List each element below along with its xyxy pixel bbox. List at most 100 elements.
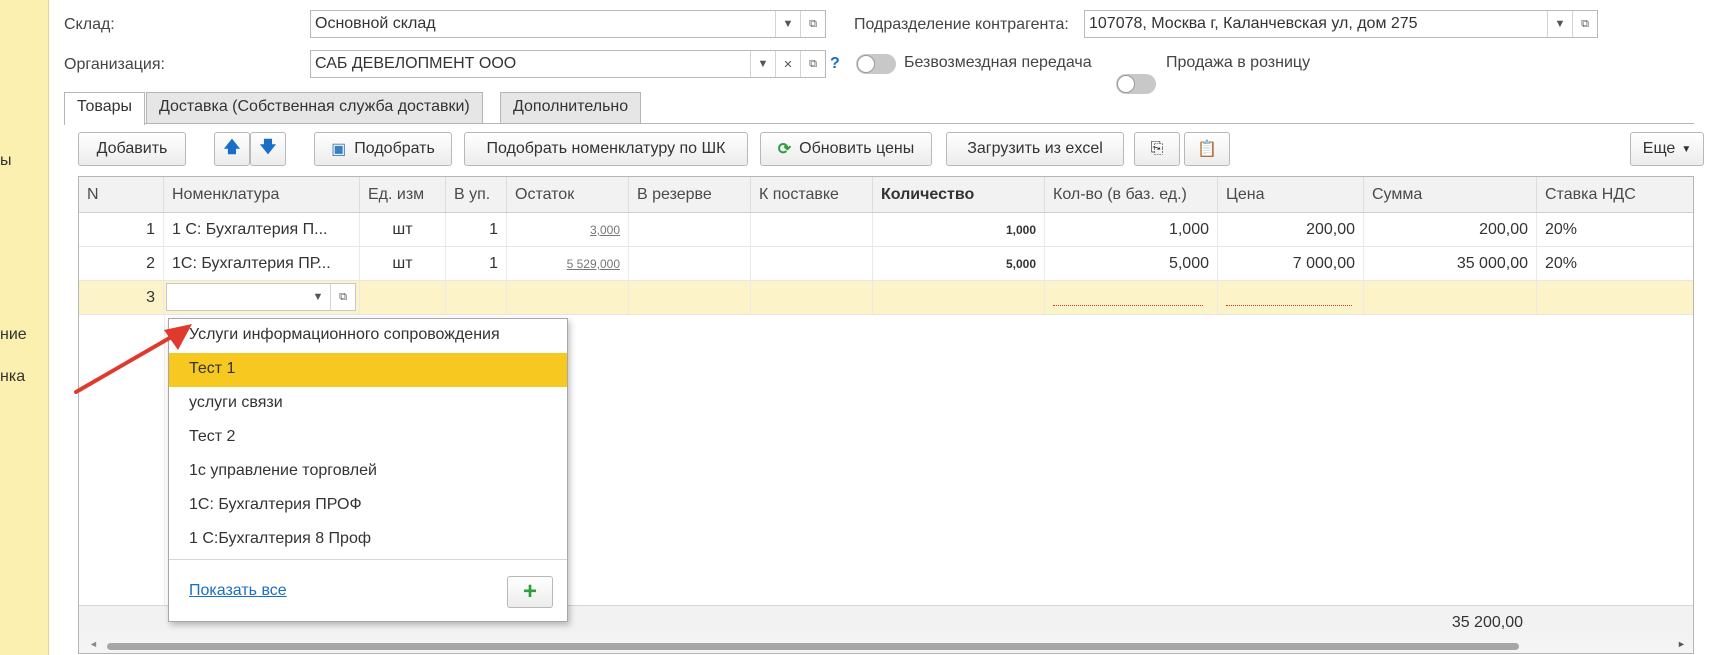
item-input[interactable]: ▼ ⧉: [166, 283, 356, 311]
division-value[interactable]: 107078, Москва г, Каланчевская ул, дом 2…: [1085, 15, 1547, 33]
col-quantity-base[interactable]: Кол-во (в баз. ед.): [1045, 177, 1218, 212]
open-icon[interactable]: ⧉: [1572, 11, 1597, 37]
dropdown-arrow-icon[interactable]: ▼: [775, 11, 800, 37]
row-sum[interactable]: [1364, 281, 1537, 314]
scrollbar-thumb[interactable]: [107, 643, 1519, 650]
help-icon[interactable]: ?: [830, 55, 840, 73]
row-stock[interactable]: 5 529,000: [567, 257, 620, 271]
row-sum[interactable]: 200,00: [1364, 213, 1537, 246]
col-pack[interactable]: В уп.: [446, 177, 507, 212]
move-down-icon[interactable]: 🡇: [250, 132, 286, 166]
row-price[interactable]: [1218, 281, 1364, 314]
row-item-editor-cell[interactable]: ▼ ⧉: [164, 281, 360, 314]
dropdown-arrow-icon[interactable]: ▼: [1547, 11, 1572, 37]
col-n[interactable]: N: [79, 177, 164, 212]
row-supply[interactable]: [751, 247, 873, 280]
load-excel-button[interactable]: Загрузить из excel: [946, 132, 1124, 166]
table-row-selected[interactable]: 3 ▼ ⧉: [79, 281, 1693, 315]
dropdown-item[interactable]: 1 С:Бухгалтерия 8 Проф: [169, 523, 567, 557]
division-field[interactable]: 107078, Москва г, Каланчевская ул, дом 2…: [1084, 10, 1598, 38]
dropdown-arrow-icon[interactable]: ▼: [750, 51, 775, 77]
scroll-left-icon[interactable]: ◄: [89, 639, 98, 649]
row-item[interactable]: 1 С: Бухгалтерия П...: [164, 213, 360, 246]
col-quantity[interactable]: Количество: [873, 177, 1045, 212]
row-quantity-base[interactable]: [1045, 281, 1218, 314]
warehouse-value[interactable]: Основной склад: [311, 15, 775, 33]
show-all-link[interactable]: Показать все: [189, 582, 287, 600]
scroll-right-icon[interactable]: ►: [1677, 639, 1686, 649]
update-prices-button[interactable]: ⟳ Обновить цены: [760, 132, 932, 166]
tab-delivery[interactable]: Доставка (Собственная служба доставки): [146, 92, 483, 123]
row-stock[interactable]: 3,000: [590, 223, 620, 237]
dropdown-item[interactable]: 1с управление торговлей: [169, 455, 567, 489]
row-item[interactable]: 1С: Бухгалтерия ПР...: [164, 247, 360, 280]
row-pack[interactable]: [446, 281, 507, 314]
dropdown-arrow-icon[interactable]: ▼: [306, 284, 330, 310]
tab-additional[interactable]: Дополнительно: [500, 92, 642, 123]
col-supply[interactable]: К поставке: [751, 177, 873, 212]
row-sum[interactable]: 35 000,00: [1364, 247, 1537, 280]
copy-icon[interactable]: ⎘: [1134, 132, 1180, 166]
dropdown-item[interactable]: Услуги информационного сопровождения: [169, 319, 567, 353]
table-row[interactable]: 1 1 С: Бухгалтерия П... шт 1 3,000 1,000…: [79, 213, 1693, 247]
paste-icon[interactable]: 📋: [1184, 132, 1230, 166]
col-vat[interactable]: Ставка НДС: [1537, 177, 1693, 212]
col-sum[interactable]: Сумма: [1364, 177, 1537, 212]
row-supply[interactable]: [751, 281, 873, 314]
row-supply[interactable]: [751, 213, 873, 246]
row-price[interactable]: 200,00: [1218, 213, 1364, 246]
add-button[interactable]: Добавить: [78, 132, 186, 166]
row-pack[interactable]: 1: [446, 213, 507, 246]
move-up-icon[interactable]: 🡅: [214, 132, 250, 166]
toggle-retail-sale-label[interactable]: Продажа в розницу: [1166, 54, 1310, 72]
dropdown-item[interactable]: Тест 2: [169, 421, 567, 455]
col-unit[interactable]: Ед. изм: [360, 177, 446, 212]
warehouse-field[interactable]: Основной склад ▼ ⧉: [310, 10, 826, 38]
left-panel-text-3[interactable]: нка: [0, 368, 25, 386]
row-unit[interactable]: шт: [360, 247, 446, 280]
row-pack[interactable]: 1: [446, 247, 507, 280]
pick-button[interactable]: ▣ Подобрать: [314, 132, 452, 166]
row-quantity[interactable]: 5,000: [873, 247, 1045, 280]
col-stock[interactable]: Остаток: [507, 177, 629, 212]
open-icon[interactable]: ⧉: [800, 11, 825, 37]
table-row[interactable]: 2 1С: Бухгалтерия ПР... шт 1 5 529,000 5…: [79, 247, 1693, 281]
left-panel-text-2[interactable]: ние: [0, 326, 27, 344]
row-quantity-base[interactable]: 1,000: [1045, 213, 1218, 246]
toggle-free-transfer-label[interactable]: Безвозмездная передача: [904, 54, 1092, 72]
horizontal-scrollbar[interactable]: ◄ ►: [79, 639, 1693, 653]
row-reserve[interactable]: [629, 213, 751, 246]
dropdown-item[interactable]: 1С: Бухгалтерия ПРОФ: [169, 489, 567, 523]
col-price[interactable]: Цена: [1218, 177, 1364, 212]
dropdown-item-highlighted[interactable]: Тест 1: [169, 353, 567, 387]
toggle-free-transfer[interactable]: [856, 54, 896, 74]
open-icon[interactable]: ⧉: [800, 51, 825, 77]
row-vat[interactable]: 20%: [1537, 213, 1693, 246]
row-vat[interactable]: 20%: [1537, 247, 1693, 280]
tab-goods[interactable]: Товары: [64, 92, 146, 125]
row-stock[interactable]: [507, 281, 629, 314]
organization-value[interactable]: САБ ДЕВЕЛОПМЕНТ ООО: [311, 55, 750, 73]
row-vat[interactable]: [1537, 281, 1693, 314]
dropdown-item[interactable]: услуги связи: [169, 387, 567, 421]
refresh-icon: ⟳: [777, 141, 792, 158]
toggle-retail-sale[interactable]: [1116, 74, 1156, 94]
row-price[interactable]: 7 000,00: [1218, 247, 1364, 280]
add-new-button[interactable]: +: [507, 576, 553, 608]
row-quantity[interactable]: [873, 281, 1045, 314]
open-icon[interactable]: ⧉: [330, 284, 355, 310]
pick-barcode-button[interactable]: Подобрать номенклатуру по ШК: [464, 132, 748, 166]
col-reserve[interactable]: В резерве: [629, 177, 751, 212]
row-reserve[interactable]: [629, 281, 751, 314]
col-item[interactable]: Номенклатура: [164, 177, 360, 212]
left-panel-text-1[interactable]: ы: [0, 152, 12, 170]
row-reserve[interactable]: [629, 247, 751, 280]
clear-icon[interactable]: ✕: [775, 51, 800, 77]
row-quantity[interactable]: 1,000: [873, 213, 1045, 246]
organization-field[interactable]: САБ ДЕВЕЛОПМЕНТ ООО ▼ ✕ ⧉: [310, 50, 826, 78]
more-button[interactable]: Еще ▼: [1630, 132, 1704, 166]
row-unit[interactable]: шт: [360, 213, 446, 246]
row-unit[interactable]: [360, 281, 446, 314]
row-quantity-base[interactable]: 5,000: [1045, 247, 1218, 280]
row-n: 1: [79, 213, 164, 246]
